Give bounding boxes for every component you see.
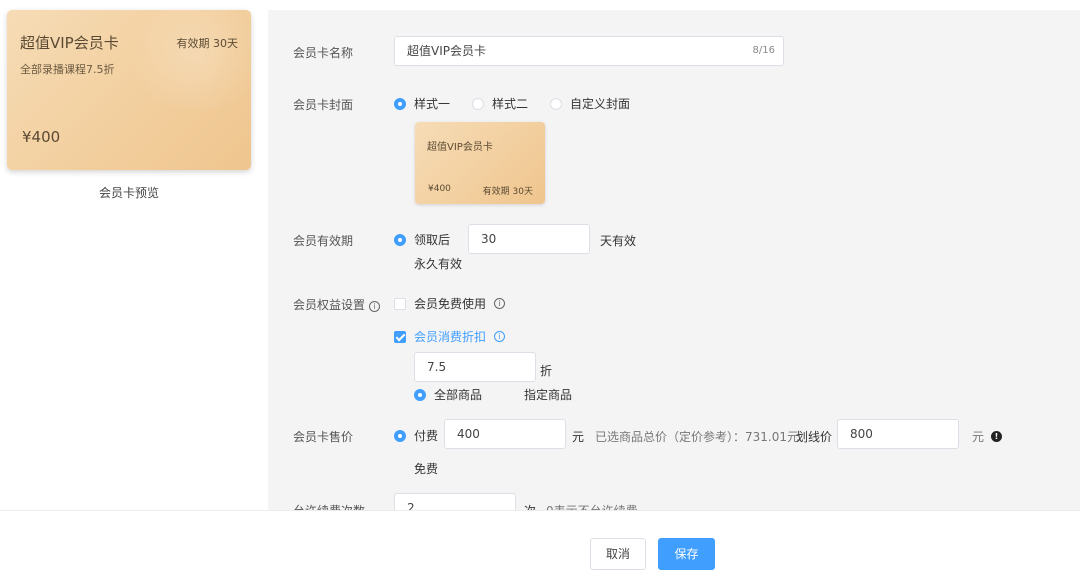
price-value: 400 <box>457 427 480 441</box>
preview-panel: 超值VIP会员卡 有效期 30天 全部录播课程7.5折 ¥400 会员卡预览 <box>0 0 268 510</box>
benefits-label: 会员权益设置 i <box>293 296 380 313</box>
cover-thumbnail[interactable]: 超值VIP会员卡 ¥400 有效期 30天 <box>415 122 545 204</box>
renew-note: 0表示不允许续费 <box>546 502 638 510</box>
renew-label: 允许续费次数 <box>293 502 365 510</box>
discount-input[interactable]: 7.5 <box>414 352 536 382</box>
info-icon[interactable]: i <box>494 298 506 309</box>
char-counter: 8/16 <box>752 45 775 56</box>
benefit-discount-checkbox[interactable]: 会员消费折扣 i <box>394 328 506 345</box>
cover-option-label: 样式二 <box>492 97 529 111</box>
form-footer: 取消 保存 <box>0 510 1080 583</box>
thumb-card-name: 超值VIP会员卡 <box>427 142 493 153</box>
validity-option-after[interactable]: 领取后 <box>394 231 450 248</box>
preview-card-name: 超值VIP会员卡 <box>20 34 119 52</box>
radio-icon <box>472 97 484 110</box>
benefits-label-text: 会员权益设置 <box>293 298 366 312</box>
checkbox-icon <box>394 297 406 310</box>
cover-option-style2[interactable]: 样式二 <box>472 95 528 112</box>
strike-price-input[interactable]: 800 <box>837 419 959 449</box>
warning-icon[interactable]: ! <box>991 428 1002 442</box>
preview-card-desc: 全部录播课程7.5折 <box>20 63 115 76</box>
validity-option-label: 永久有效 <box>414 257 463 271</box>
validity-option-forever[interactable]: 永久有效 <box>394 255 462 272</box>
thumb-card-price: ¥400 <box>428 184 451 194</box>
discount-value: 7.5 <box>427 360 447 374</box>
cover-option-label: 自定义封面 <box>570 97 631 111</box>
scope-option-specific[interactable]: 指定商品 <box>504 386 572 403</box>
preview-label: 会员卡预览 <box>98 186 159 200</box>
checkbox-checked-icon <box>394 330 406 343</box>
price-label: 会员卡售价 <box>293 430 354 444</box>
radio-icon <box>394 429 406 442</box>
card-name-input[interactable]: 超值VIP会员卡 8/16 <box>394 36 784 66</box>
info-icon[interactable]: i <box>368 301 380 312</box>
benefit-free-use-checkbox[interactable]: 会员免费使用 i <box>394 295 506 312</box>
cover-label: 会员卡封面 <box>293 98 354 112</box>
price-total-note: 已选商品总价（定价参考）：731.01元 <box>595 430 799 444</box>
radio-icon <box>550 97 562 110</box>
benefit-discount-label: 会员消费折扣 <box>414 330 487 344</box>
scope-option-label: 指定商品 <box>524 388 573 402</box>
discount-suffix: 折 <box>540 364 553 378</box>
strike-price-unit: 元 <box>972 430 985 444</box>
preview-card-price: ¥400 <box>22 128 61 146</box>
validity-days-input[interactable]: 30 <box>468 224 590 254</box>
price-option-label: 付费 <box>414 429 439 443</box>
renew-count-value: 2 <box>407 501 415 510</box>
price-option-free[interactable]: 免费 <box>394 460 438 477</box>
cover-option-style1[interactable]: 样式一 <box>394 95 450 112</box>
benefit-free-use-label: 会员免费使用 <box>414 297 487 311</box>
thumb-card-validity: 有效期 30天 <box>482 187 533 197</box>
member-card-form: 会员卡名称 超值VIP会员卡 8/16 会员卡封面 样式一 样式二 自定义封面 … <box>268 10 1080 510</box>
member-card-preview: 超值VIP会员卡 有效期 30天 全部录播课程7.5折 ¥400 <box>7 10 251 170</box>
strike-price-value: 800 <box>850 427 873 441</box>
strike-price-label: 划线价 <box>796 430 833 444</box>
price-option-label: 免费 <box>414 462 439 476</box>
radio-icon <box>414 388 426 401</box>
preview-card-validity: 有效期 30天 <box>176 37 239 50</box>
cover-option-custom[interactable]: 自定义封面 <box>550 95 630 112</box>
name-label: 会员卡名称 <box>293 46 354 60</box>
renew-suffix: 次 <box>524 502 536 510</box>
cover-option-label: 样式一 <box>414 97 451 111</box>
info-icon[interactable]: i <box>494 331 506 342</box>
renew-count-input[interactable]: 2 <box>394 493 516 510</box>
price-option-paid[interactable]: 付费 <box>394 427 438 444</box>
scope-option-label: 全部商品 <box>434 388 483 402</box>
price-input[interactable]: 400 <box>444 419 566 449</box>
save-button[interactable]: 保存 <box>658 538 715 570</box>
validity-days-suffix: 天有效 <box>600 234 637 248</box>
radio-icon <box>394 97 406 110</box>
cancel-button[interactable]: 取消 <box>590 538 646 570</box>
price-unit: 元 <box>572 430 585 444</box>
scope-option-all[interactable]: 全部商品 <box>414 386 482 403</box>
validity-option-label: 领取后 <box>414 233 451 247</box>
validity-days-value: 30 <box>481 232 497 246</box>
card-name-value: 超值VIP会员卡 <box>407 44 486 58</box>
validity-label: 会员有效期 <box>293 234 354 248</box>
radio-icon <box>394 233 406 246</box>
card-decoration <box>121 10 251 110</box>
